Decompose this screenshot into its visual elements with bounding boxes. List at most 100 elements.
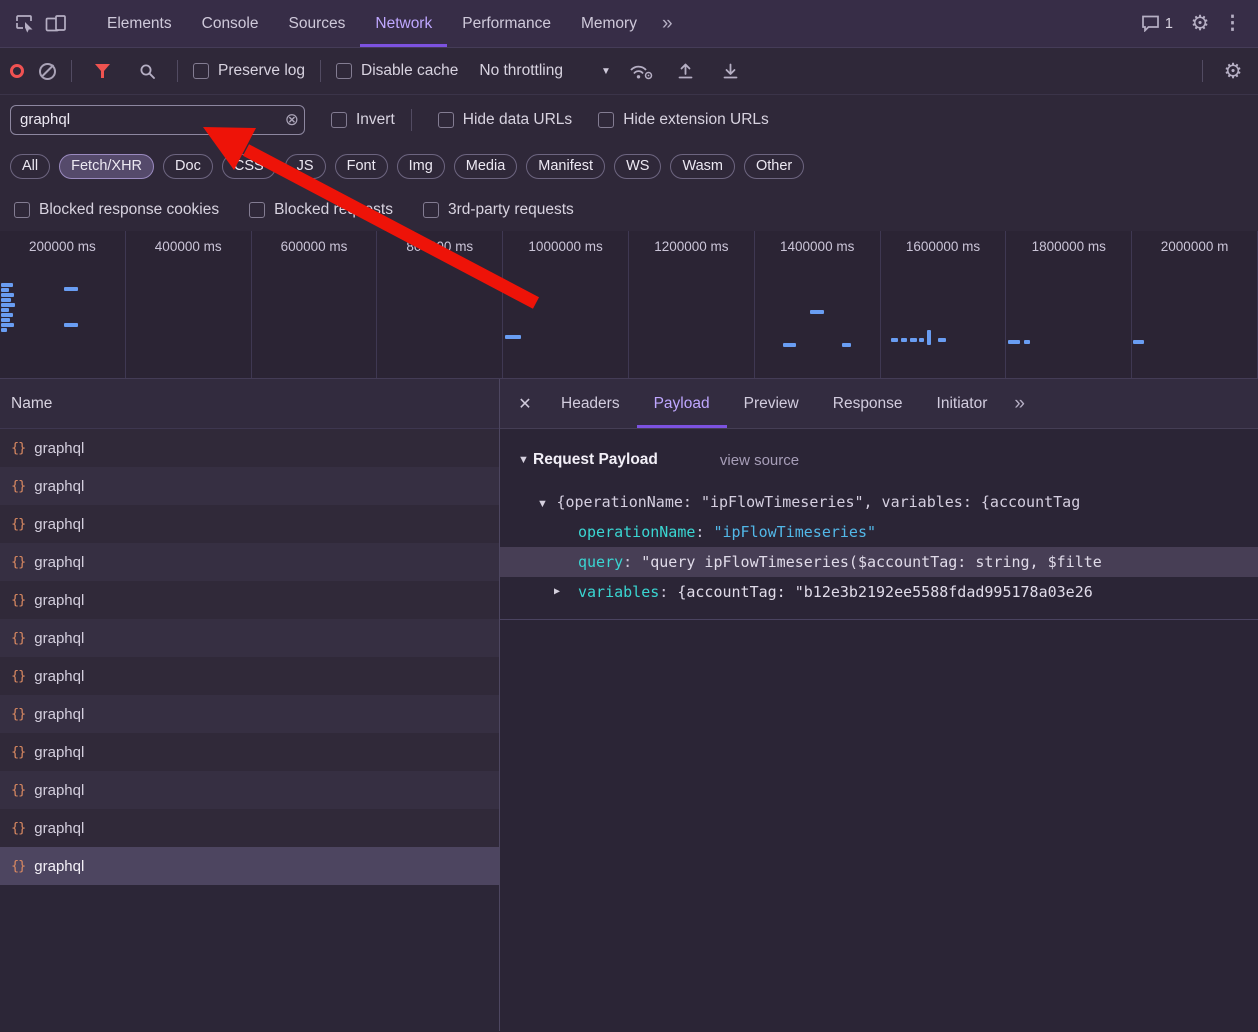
collapse-triangle-icon[interactable]: ▼	[537, 489, 552, 517]
issues-count: 1	[1165, 16, 1173, 32]
extra-filters-row: Blocked response cookies Blocked requests…	[0, 189, 1258, 231]
request-row[interactable]: {}graphql	[0, 657, 499, 695]
network-activity-bar	[919, 338, 924, 342]
type-filter-font[interactable]: Font	[335, 154, 388, 179]
type-filter-wasm[interactable]: Wasm	[670, 154, 735, 179]
export-har-icon[interactable]	[716, 56, 746, 86]
json-key: query	[578, 553, 623, 571]
type-filter-js[interactable]: JS	[285, 154, 326, 179]
clear-filter-icon[interactable]: ⊗	[285, 110, 299, 129]
tab-memory[interactable]: Memory	[566, 0, 652, 47]
tab-console[interactable]: Console	[187, 0, 274, 47]
request-row[interactable]: {}graphql	[0, 771, 499, 809]
divider	[1202, 60, 1203, 82]
type-filter-all[interactable]: All	[10, 154, 50, 179]
checkbox-box	[331, 112, 347, 128]
xhr-icon: {}	[11, 858, 25, 874]
device-toolbar-icon[interactable]	[40, 9, 70, 39]
clear-network-log-button[interactable]	[39, 63, 56, 80]
checkbox-box	[438, 112, 454, 128]
request-name: graphql	[34, 440, 84, 457]
payload-preview-row[interactable]: ▼ {operationName: "ipFlowTimeseries", va…	[500, 487, 1258, 517]
name-column-header[interactable]: Name	[0, 379, 499, 429]
network-conditions-icon[interactable]	[626, 56, 656, 86]
request-name: graphql	[34, 706, 84, 723]
close-icon[interactable]: ✕	[506, 394, 544, 414]
network-settings-gear-icon[interactable]: ⚙	[1218, 56, 1248, 86]
type-filter-doc[interactable]: Doc	[163, 154, 213, 179]
detail-tab-response[interactable]: Response	[816, 379, 920, 428]
invert-label: Invert	[356, 111, 395, 129]
request-row[interactable]: {}graphql	[0, 695, 499, 733]
network-activity-bar	[1008, 340, 1020, 344]
disable-cache-label: Disable cache	[361, 62, 458, 80]
request-row[interactable]: {}graphql	[0, 619, 499, 657]
chevron-down-icon: ▼	[601, 66, 611, 77]
hide-data-urls-checkbox[interactable]: Hide data URLs	[438, 111, 572, 129]
request-row[interactable]: {}graphql	[0, 467, 499, 505]
request-row[interactable]: {}graphql	[0, 809, 499, 847]
invert-checkbox[interactable]: Invert	[331, 111, 395, 129]
blocked-requests-checkbox[interactable]: Blocked requests	[249, 201, 393, 219]
payload-row-operationname[interactable]: operationName: "ipFlowTimeseries"	[500, 517, 1258, 547]
network-activity-bar	[1, 293, 14, 297]
issues-button[interactable]: 1	[1141, 15, 1173, 32]
tab-performance[interactable]: Performance	[447, 0, 566, 47]
request-row[interactable]: {}graphql	[0, 505, 499, 543]
view-source-link[interactable]: view source	[720, 452, 799, 469]
type-filter-img[interactable]: Img	[397, 154, 445, 179]
detail-tab-payload[interactable]: Payload	[637, 379, 727, 428]
network-activity-bar	[938, 338, 946, 342]
tab-network[interactable]: Network	[360, 0, 447, 47]
request-name: graphql	[34, 478, 84, 495]
throttling-dropdown[interactable]: No throttling ▼	[479, 62, 610, 80]
detail-tab-headers[interactable]: Headers	[544, 379, 637, 428]
detail-tab-preview[interactable]: Preview	[727, 379, 816, 428]
collapse-triangle-icon[interactable]: ▼	[518, 454, 533, 466]
search-icon[interactable]	[132, 56, 162, 86]
filter-input[interactable]	[10, 105, 305, 135]
type-filter-fetch-xhr[interactable]: Fetch/XHR	[59, 154, 154, 179]
detail-tab-initiator[interactable]: Initiator	[920, 379, 1005, 428]
more-detail-tabs-icon[interactable]: »	[1004, 393, 1035, 415]
detail-tabbar: ✕ HeadersPayloadPreviewResponseInitiator…	[500, 379, 1258, 429]
request-row[interactable]: {}graphql	[0, 847, 499, 885]
request-row[interactable]: {}graphql	[0, 543, 499, 581]
import-har-icon[interactable]	[671, 56, 701, 86]
inspect-element-icon[interactable]	[10, 9, 40, 39]
divider	[500, 619, 1258, 620]
record-button[interactable]	[10, 64, 24, 78]
network-toolbar: Preserve log Disable cache No throttling…	[0, 48, 1258, 95]
expand-triangle-icon[interactable]: ▶	[554, 577, 560, 607]
checkbox-box	[193, 63, 209, 79]
request-row[interactable]: {}graphql	[0, 733, 499, 771]
more-tabs-icon[interactable]: »	[652, 13, 683, 35]
type-filter-css[interactable]: CSS	[222, 154, 276, 179]
payload-row-query[interactable]: query: "query ipFlowTimeseries($accountT…	[500, 547, 1258, 577]
tab-elements[interactable]: Elements	[92, 0, 187, 47]
preserve-log-checkbox[interactable]: Preserve log	[193, 62, 305, 80]
disable-cache-checkbox[interactable]: Disable cache	[336, 62, 458, 80]
request-name: graphql	[34, 516, 84, 533]
resource-type-filters: All Fetch/XHR Doc CSS JS Font Img Media Manifest…	[0, 144, 1258, 189]
settings-gear-icon[interactable]: ⚙	[1185, 9, 1215, 39]
timeline-overview[interactable]: 200000 ms400000 ms600000 ms800000 ms1000…	[0, 231, 1258, 379]
type-filter-media[interactable]: Media	[454, 154, 518, 179]
type-filter-ws[interactable]: WS	[614, 154, 661, 179]
tab-sources[interactable]: Sources	[274, 0, 361, 47]
request-name: graphql	[34, 668, 84, 685]
3rd-party-requests-checkbox[interactable]: 3rd-party requests	[423, 201, 574, 219]
type-filter-other[interactable]: Other	[744, 154, 804, 179]
network-activity-bar	[1, 313, 13, 317]
request-row[interactable]: {}graphql	[0, 581, 499, 619]
filter-icon[interactable]	[87, 56, 117, 86]
payload-row-variables[interactable]: ▶variables: {accountTag: "b12e3b2192ee55…	[500, 577, 1258, 607]
hide-extension-urls-checkbox[interactable]: Hide extension URLs	[598, 111, 769, 129]
type-filter-manifest[interactable]: Manifest	[526, 154, 605, 179]
network-activity-bar	[1024, 340, 1030, 344]
request-payload-section-header[interactable]: ▼ Request Payload view source	[500, 445, 1258, 475]
request-row[interactable]: {}graphql	[0, 429, 499, 467]
kebab-menu-icon[interactable]: ⋮	[1215, 9, 1250, 39]
json-key: variables	[578, 583, 659, 601]
blocked-response-cookies-checkbox[interactable]: Blocked response cookies	[14, 201, 219, 219]
